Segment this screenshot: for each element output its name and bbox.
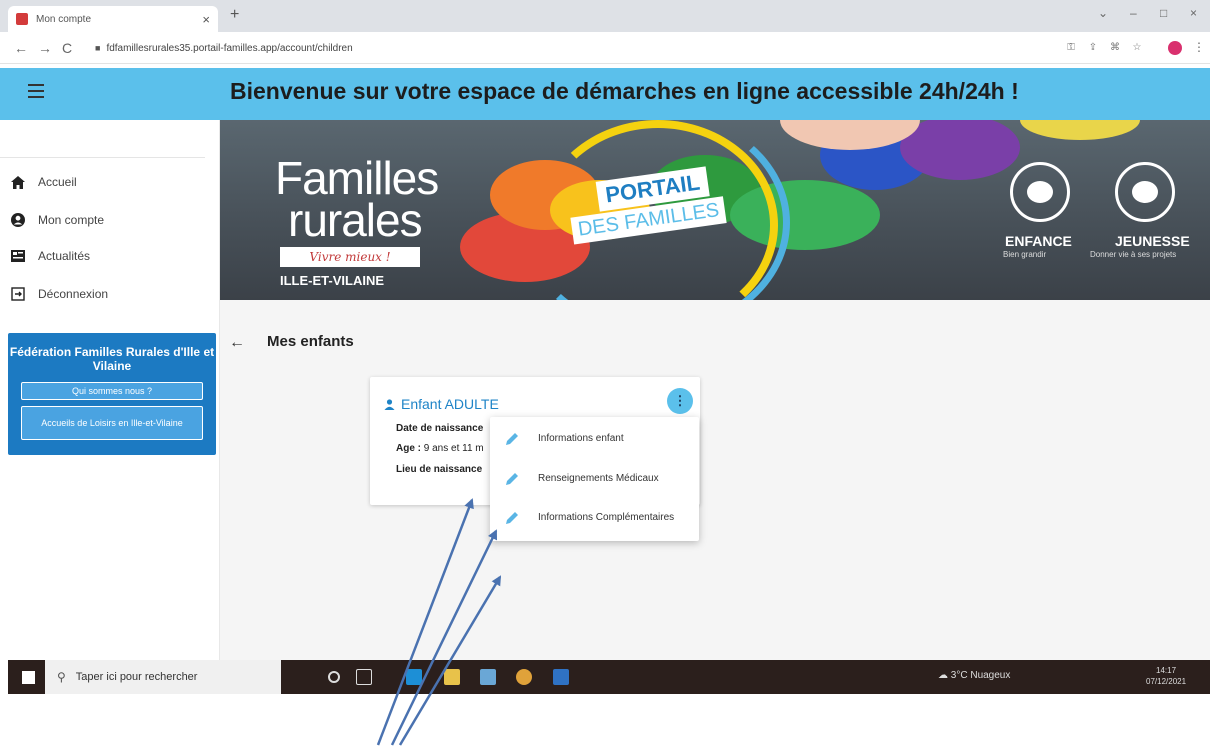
pencil-icon <box>506 432 518 445</box>
file-explorer-icon[interactable] <box>444 669 460 685</box>
jeunesse-title: JEUNESSE <box>1115 233 1190 249</box>
browser-menu-icon[interactable]: ⋮ <box>1193 40 1205 54</box>
minimize-button[interactable]: – <box>1130 6 1137 20</box>
logout-icon <box>10 286 26 302</box>
news-icon <box>10 248 26 264</box>
taskbar-search[interactable]: ⚲ Taper ici pour rechercher <box>45 660 281 694</box>
qui-sommes-nous-button[interactable]: Qui sommes nous ? <box>21 382 203 400</box>
weather-text: 3°C Nuageux <box>950 670 1011 681</box>
sidebar-item-label: Actualités <box>38 249 91 263</box>
app-icon[interactable] <box>480 669 496 685</box>
app-header: Bienvenue sur votre espace de démarches … <box>0 68 1210 120</box>
chrome-icon[interactable] <box>516 669 532 685</box>
jeunesse-icon[interactable] <box>1115 162 1175 222</box>
tab-close-icon[interactable]: × <box>202 12 210 27</box>
federation-title: Fédération Familles Rurales d'Ille et Vi… <box>9 345 215 373</box>
person-icon <box>384 398 395 410</box>
child-name: Enfant ADULTE <box>384 396 499 412</box>
sidebar-item-label: Accueil <box>38 175 77 189</box>
menu-item-informations-enfant[interactable]: Informations enfant <box>490 420 699 457</box>
cortana-icon[interactable] <box>328 671 340 683</box>
windows-taskbar: ⚲ Taper ici pour rechercher ☁ 3°C Nuageu… <box>8 660 1210 694</box>
sidebar-search-area[interactable] <box>0 120 205 158</box>
cloud-icon: ☁ <box>938 670 951 681</box>
enfance-title: ENFANCE <box>1005 233 1072 249</box>
profile-avatar[interactable] <box>1168 41 1182 55</box>
clay-yellow-2 <box>1020 120 1140 140</box>
back-arrow-icon[interactable]: ← <box>229 334 245 352</box>
sidebar: Accueil Mon compte Actualités Déconnexio… <box>0 120 220 660</box>
birth-date-label: Date de naissance <box>396 423 484 434</box>
age-line: Age : 9 ans et 11 m <box>396 443 484 454</box>
close-window-button[interactable]: × <box>1190 6 1197 20</box>
accueils-de-loisirs-button[interactable]: Accueils de Loisirs en Ille-et-Vilaine <box>21 406 203 440</box>
child-name-text: Enfant ADULTE <box>401 396 499 412</box>
federation-box: Fédération Familles Rurales d'Ille et Vi… <box>8 333 216 455</box>
lock-icon: ■ <box>95 43 101 53</box>
forward-button[interactable]: → <box>38 40 52 56</box>
taskbar-search-placeholder: Taper ici pour rechercher <box>75 671 198 683</box>
logo-rurales: rurales <box>288 194 423 246</box>
welcome-title: Bienvenue sur votre espace de démarches … <box>230 78 1019 104</box>
back-button[interactable]: ← <box>14 40 28 56</box>
share-icon[interactable]: ⇪ <box>1087 42 1099 54</box>
screen: Mon compte × + ⌄ – □ × ← → C ■ fdfamille… <box>0 0 1210 751</box>
browser-tab-strip: Mon compte × + ⌄ – □ × <box>0 0 1210 32</box>
url-text: fdfamillesrurales35.portail-familles.app… <box>106 42 353 54</box>
enfance-icon[interactable] <box>1010 162 1070 222</box>
main-content: ← Mes enfants Enfant ADULTE ⋮ Date de na… <box>220 300 1210 660</box>
reload-button[interactable]: C <box>62 40 72 56</box>
enfance-subtitle: Bien grandir <box>1003 250 1047 259</box>
key-icon[interactable]: ⚿ <box>1065 42 1077 54</box>
tab-title: Mon compte <box>36 13 92 25</box>
birth-place-label: Lieu de naissance <box>396 464 483 475</box>
account-icon <box>10 212 26 228</box>
tab-search-icon[interactable]: ⌄ <box>1098 6 1108 20</box>
task-view-icon[interactable] <box>356 669 372 685</box>
sidebar-item-label: Déconnexion <box>38 287 109 301</box>
browser-tab[interactable]: Mon compte × <box>8 6 218 32</box>
logo-region: ILLE-ET-VILAINE <box>280 273 384 288</box>
address-bar: ← → C ■ fdfamillesrurales35.portail-fami… <box>0 32 1210 64</box>
sidebar-item-deconnexion[interactable]: Déconnexion <box>10 279 210 309</box>
sidebar-item-mon-compte[interactable]: Mon compte <box>10 205 210 235</box>
sidebar-item-actualites[interactable]: Actualités <box>10 241 210 271</box>
home-icon <box>10 174 26 190</box>
card-menu-button[interactable]: ⋮ <box>667 388 693 414</box>
new-tab-button[interactable]: + <box>230 6 239 24</box>
system-tray[interactable]: ☁ 3°C Nuageux <box>938 670 1010 681</box>
maximize-button[interactable]: □ <box>1160 6 1167 20</box>
pencil-icon <box>506 472 518 485</box>
url-field[interactable]: ■ fdfamillesrurales35.portail-familles.a… <box>95 39 1055 57</box>
windows-start-icon[interactable] <box>22 671 35 684</box>
logo-slogan: Vivre mieux ! <box>280 247 420 267</box>
search-icon: ⚲ <box>57 670 66 684</box>
hamburger-menu-icon[interactable] <box>28 84 44 98</box>
edge-icon[interactable] <box>406 669 422 685</box>
jeunesse-subtitle: Donner vie à ses projets <box>1090 250 1177 259</box>
sidebar-item-label: Mon compte <box>38 213 105 227</box>
clock[interactable]: 14:17 07/12/2021 <box>1146 665 1186 687</box>
logo-familles: Familles <box>275 152 439 204</box>
favicon-icon <box>16 13 28 25</box>
menu-item-renseignements-medicaux[interactable]: Renseignements Médicaux <box>490 460 699 497</box>
sidebar-item-accueil[interactable]: Accueil <box>10 167 210 197</box>
page-title: Mes enfants <box>267 333 354 350</box>
pencil-icon <box>506 511 518 524</box>
extension-icon[interactable]: ⌘ <box>1109 42 1121 54</box>
menu-item-informations-complementaires[interactable]: Informations Complémentaires <box>490 499 699 536</box>
bookmark-star-icon[interactable]: ☆ <box>1131 42 1143 54</box>
clay-purple <box>900 120 1020 180</box>
card-context-menu: Informations enfant Renseignements Médic… <box>490 417 699 541</box>
word-icon[interactable] <box>553 669 569 685</box>
portal-banner: Familles rurales Vivre mieux ! ILLE-ET-V… <box>220 120 1210 300</box>
